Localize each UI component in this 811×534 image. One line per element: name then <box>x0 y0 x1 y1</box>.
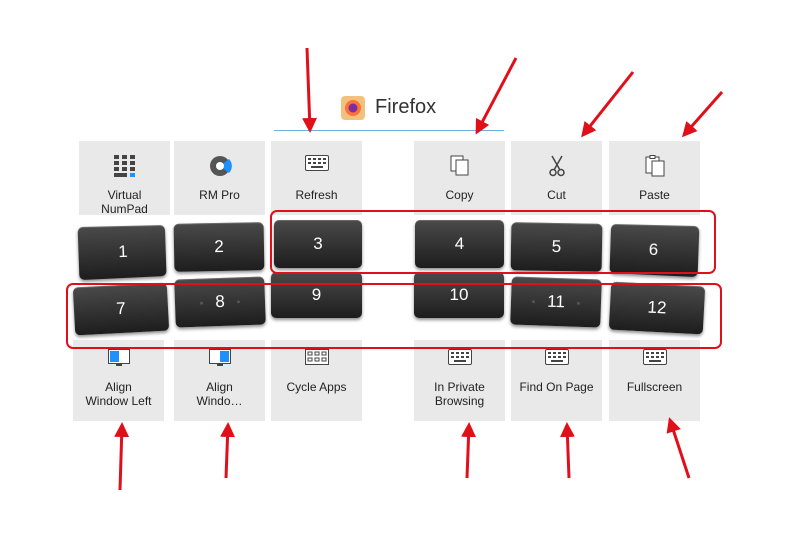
arrow-down-refresh <box>302 47 318 133</box>
annotation-arrows <box>114 47 724 491</box>
arrow-down-copy <box>475 57 518 135</box>
arrow-down-paste <box>682 91 724 138</box>
arrow-up-fullscreen <box>666 417 691 479</box>
arrow-up-in-private <box>461 422 477 479</box>
arrow-up-align-left <box>114 422 130 491</box>
arrow-up-find-on-page <box>559 422 575 479</box>
arrow-up-align-right <box>220 422 236 479</box>
arrow-down-cut <box>581 71 635 138</box>
